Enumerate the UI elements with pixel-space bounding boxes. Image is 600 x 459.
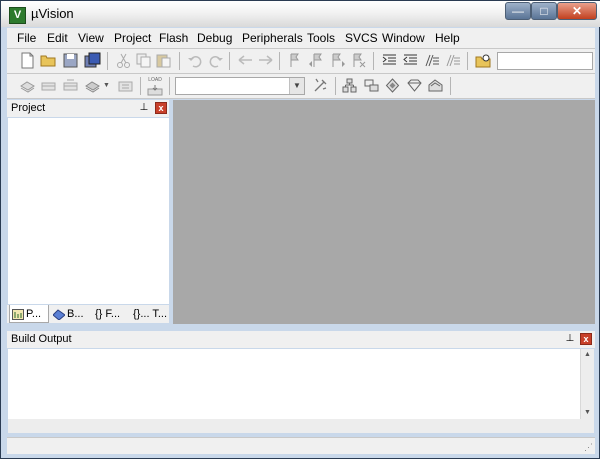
resize-grip-icon[interactable]: ⋰ <box>584 442 593 453</box>
books-icon[interactable] <box>427 77 444 94</box>
select-device-icon[interactable] <box>384 77 401 94</box>
title-bar[interactable]: V µVision — □ ✕ <box>1 1 600 27</box>
pack-installer-icon[interactable] <box>363 77 380 94</box>
books-tab-icon <box>53 308 65 320</box>
cut-icon[interactable] <box>115 52 132 69</box>
paste-icon[interactable] <box>155 52 172 69</box>
batch-build-icon[interactable] <box>84 77 101 94</box>
minimize-button[interactable]: — <box>505 2 531 20</box>
load-label: LOAD <box>148 77 162 83</box>
tab-books-label: B... <box>67 308 84 320</box>
uvision-logo-icon: V <box>9 7 26 24</box>
download-icon[interactable]: LOAD <box>146 77 164 96</box>
chevron-down-icon[interactable]: ▼ <box>289 78 304 94</box>
stop-build-icon[interactable] <box>117 77 134 94</box>
tab-templates-label: {}... T... <box>133 308 168 320</box>
menu-file[interactable]: File <box>17 31 36 45</box>
comment-icon[interactable] <box>423 52 440 69</box>
unindent-icon[interactable] <box>402 52 419 69</box>
menu-debug[interactable]: Debug <box>197 31 232 45</box>
project-pane-title: Project <box>11 102 46 114</box>
tab-functions-label: {} F... <box>95 308 121 320</box>
menu-window[interactable]: Window <box>382 31 425 45</box>
find-input[interactable] <box>497 52 593 70</box>
bookmark-clear-icon[interactable] <box>350 52 367 69</box>
menu-tools[interactable]: Tools <box>307 31 335 45</box>
translate-icon[interactable] <box>19 77 36 94</box>
menu-view[interactable]: View <box>78 31 104 45</box>
open-folder-icon[interactable] <box>40 52 57 69</box>
project-tree[interactable] <box>8 118 169 304</box>
close-button[interactable]: ✕ <box>557 2 597 20</box>
menu-svcs[interactable]: SVCS <box>345 31 378 45</box>
menu-flash[interactable]: Flash <box>159 31 188 45</box>
build-output-title: Build Output <box>11 333 72 345</box>
menu-bar: File Edit View Project Flash Debug Perip… <box>7 28 595 49</box>
redo-icon[interactable] <box>207 52 224 69</box>
toolbar-separator <box>179 52 180 70</box>
maximize-button[interactable]: □ <box>531 2 557 20</box>
indent-icon[interactable] <box>381 52 398 69</box>
status-bar: ⋰ <box>7 437 595 454</box>
app-window: V µVision — □ ✕ File Edit View Project F… <box>0 0 600 459</box>
build-toolbar: ▼ LOAD ▼ <box>7 74 595 99</box>
target-options-icon[interactable] <box>312 77 329 94</box>
tab-functions[interactable]: {} F... <box>93 305 131 323</box>
build-output-hscrollbar[interactable] <box>8 419 594 433</box>
build-icon[interactable] <box>40 77 57 94</box>
find-in-files-icon[interactable] <box>475 52 492 69</box>
save-icon[interactable] <box>62 52 79 69</box>
new-file-icon[interactable] <box>19 52 36 69</box>
rebuild-icon[interactable] <box>62 77 79 94</box>
bookmark-set-icon[interactable] <box>287 52 304 69</box>
green-gem-icon[interactable] <box>406 77 423 94</box>
menu-project[interactable]: Project <box>114 31 151 45</box>
pin-icon[interactable]: ⊥ <box>565 333 575 345</box>
toolbar-separator <box>140 77 141 95</box>
nav-forward-icon[interactable] <box>257 52 274 69</box>
nav-back-icon[interactable] <box>237 52 254 69</box>
uncomment-icon[interactable] <box>444 52 461 69</box>
tab-project-label: P... <box>26 308 42 320</box>
tab-templates[interactable]: {}... T... <box>131 305 169 323</box>
close-build-output-button[interactable]: x <box>580 333 592 345</box>
window-title: µVision <box>31 6 74 21</box>
scroll-up-icon[interactable]: ▲ <box>581 349 594 361</box>
toolbar-separator <box>107 52 108 70</box>
close-project-pane-button[interactable]: x <box>155 102 167 114</box>
pin-icon[interactable]: ⊥ <box>139 102 149 114</box>
copy-icon[interactable] <box>135 52 152 69</box>
menu-edit[interactable]: Edit <box>47 31 68 45</box>
file-toolbar <box>7 49 595 74</box>
toolbar-separator <box>279 52 280 70</box>
tab-books[interactable]: B... <box>51 305 91 323</box>
menu-peripherals[interactable]: Peripherals <box>242 31 303 45</box>
editor-area[interactable] <box>173 100 595 324</box>
bookmark-prev-icon[interactable] <box>308 52 325 69</box>
download-arrow-icon <box>147 85 163 96</box>
dropdown-arrow-icon[interactable]: ▼ <box>103 82 110 89</box>
toolbar-separator <box>450 77 451 95</box>
save-all-icon[interactable] <box>84 52 101 69</box>
build-output-header: Build Output ⊥ x <box>7 331 595 348</box>
toolbar-separator <box>169 77 170 95</box>
project-pane-tabs: P... B... {} F... {}... T... <box>7 305 169 323</box>
build-output-vscrollbar[interactable]: ▲ ▼ <box>580 349 594 419</box>
toolbar-separator <box>335 77 336 95</box>
tab-project[interactable]: P... <box>9 305 49 323</box>
toolbar-separator <box>467 52 468 70</box>
build-output-text[interactable] <box>8 349 580 419</box>
undo-icon[interactable] <box>187 52 204 69</box>
menu-help[interactable]: Help <box>435 31 460 45</box>
scroll-down-icon[interactable]: ▼ <box>581 407 594 419</box>
toolbar-separator <box>373 52 374 70</box>
toolbar-separator <box>229 52 230 70</box>
target-select[interactable]: ▼ <box>175 77 305 95</box>
project-pane-header: Project ⊥ x <box>7 100 169 117</box>
manage-components-icon[interactable] <box>341 77 358 94</box>
project-tab-icon <box>12 308 24 320</box>
bookmark-next-icon[interactable] <box>329 52 346 69</box>
